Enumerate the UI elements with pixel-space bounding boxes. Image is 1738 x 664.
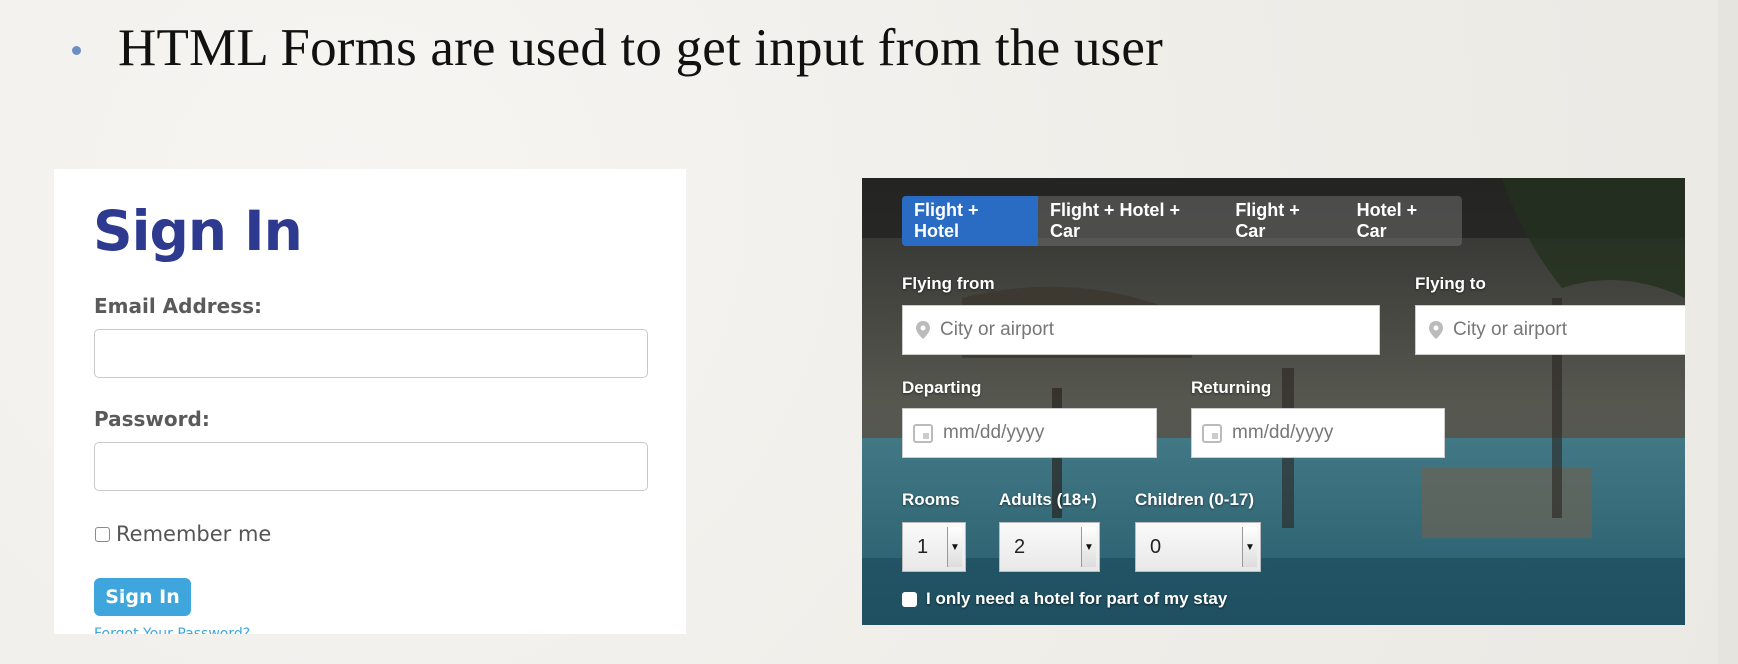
bullet-dot-icon — [72, 45, 81, 55]
tab-flight-car[interactable]: Flight + Car — [1223, 196, 1344, 246]
adults-label: Adults (18+) — [999, 490, 1097, 509]
email-field[interactable] — [94, 329, 648, 378]
slide-edge — [1718, 0, 1738, 664]
dropdown-arrow-icon: ▼ — [1242, 527, 1257, 567]
location-pin-icon — [1429, 321, 1443, 339]
remember-me-row: Remember me — [95, 522, 271, 546]
flying-from-placeholder: City or airport — [940, 319, 1055, 340]
returning-date-input[interactable]: mm/dd/yyyy — [1191, 408, 1445, 458]
flying-to-label: Flying to — [1415, 274, 1486, 293]
flying-to-placeholder: City or airport — [1453, 319, 1568, 340]
hotel-part-stay-checkbox[interactable] — [902, 591, 917, 607]
remember-me-checkbox[interactable] — [95, 526, 110, 542]
returning-placeholder: mm/dd/yyyy — [1232, 422, 1334, 443]
calendar-icon — [913, 424, 933, 443]
flying-from-input[interactable]: City or airport — [902, 305, 1380, 355]
children-label: Children (0-17) — [1135, 490, 1255, 509]
travel-search-form: Flight + Hotel Flight + Hotel + Car Flig… — [862, 178, 1685, 625]
slide-headline: HTML Forms are used to get input from th… — [118, 19, 1163, 77]
flying-from-label: Flying from — [902, 274, 995, 293]
children-select[interactable]: 0 ▼ — [1135, 522, 1261, 572]
email-label: Email Address: — [94, 294, 263, 318]
adults-value: 2 — [1014, 535, 1026, 558]
tab-hotel-car[interactable]: Hotel + Car — [1345, 196, 1462, 246]
location-pin-icon — [916, 321, 930, 339]
departing-label: Departing — [902, 378, 982, 397]
rooms-select[interactable]: 1 ▼ — [902, 522, 966, 572]
dropdown-arrow-icon: ▼ — [1081, 527, 1096, 567]
returning-label: Returning — [1191, 378, 1272, 397]
signin-form: Sign In Email Address: Password: Remembe… — [54, 169, 686, 634]
flying-to-input[interactable]: City or airport — [1415, 305, 1685, 355]
hotel-part-stay-label: I only need a hotel for part of my stay — [926, 589, 1228, 608]
departing-placeholder: mm/dd/yyyy — [943, 422, 1045, 443]
tab-flight-hotel-car[interactable]: Flight + Hotel + Car — [1038, 196, 1223, 246]
package-tabs: Flight + Hotel Flight + Hotel + Car Flig… — [902, 196, 1462, 246]
password-field[interactable] — [94, 442, 648, 491]
password-label: Password: — [94, 407, 210, 431]
adults-select[interactable]: 2 ▼ — [999, 522, 1100, 572]
remember-me-label: Remember me — [116, 522, 272, 546]
departing-date-input[interactable]: mm/dd/yyyy — [902, 408, 1157, 458]
hotel-part-stay-row: I only need a hotel for part of my stay — [902, 589, 1227, 609]
tab-flight-hotel[interactable]: Flight + Hotel — [902, 196, 1038, 246]
forgot-password-link[interactable]: Forgot Your Password? — [94, 626, 250, 634]
rooms-label: Rooms — [902, 490, 960, 509]
children-value: 0 — [1150, 535, 1162, 558]
signin-title: Sign In — [93, 199, 303, 263]
dropdown-arrow-icon: ▼ — [947, 527, 962, 567]
signin-button[interactable]: Sign In — [94, 578, 191, 616]
calendar-icon — [1202, 424, 1222, 443]
slide-bullet: HTML Forms are used to get input from th… — [72, 18, 1163, 78]
rooms-value: 1 — [917, 535, 929, 558]
